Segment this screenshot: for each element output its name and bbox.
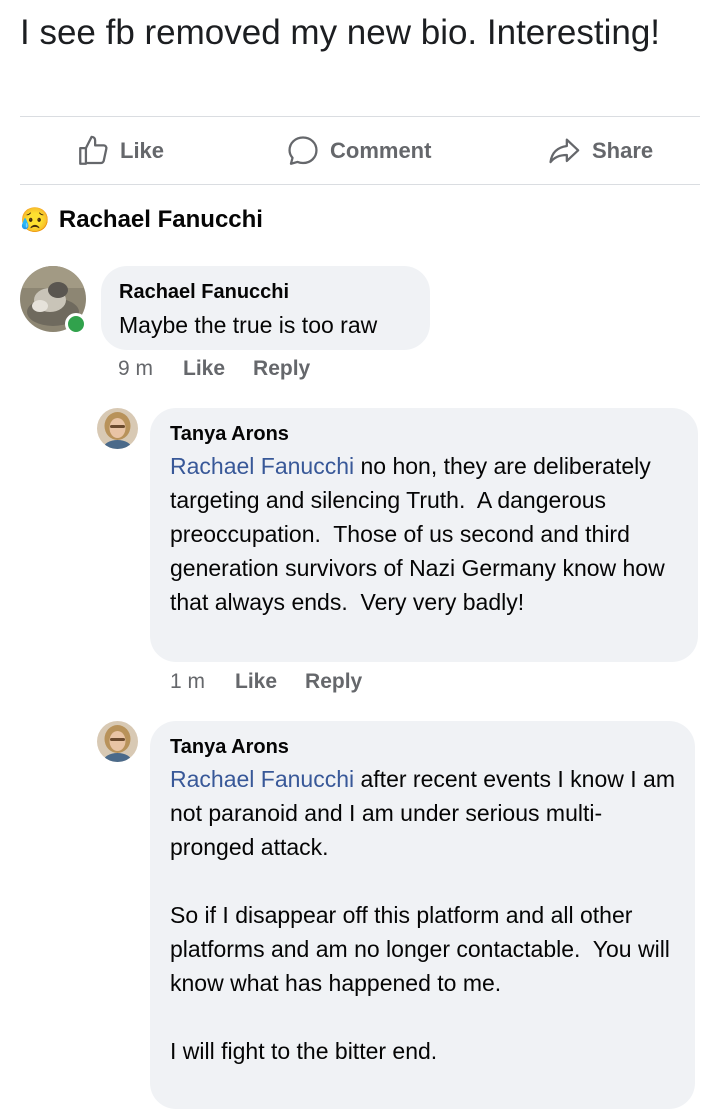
- mention-link[interactable]: Rachael Fanucchi: [170, 453, 354, 479]
- comment-bubble: Tanya Arons Rachael Fanucchi no hon, the…: [150, 408, 698, 662]
- comment-text: Rachael Fanucchi after recent events I k…: [170, 762, 675, 1068]
- comment-text: Maybe the true is too raw: [119, 312, 378, 338]
- person-photo-icon: [97, 721, 138, 762]
- share-label: Share: [592, 138, 654, 163]
- comment-label: Comment: [330, 138, 432, 163]
- comment-reply-button[interactable]: Reply: [305, 670, 362, 694]
- comment-like-button[interactable]: Like: [183, 357, 225, 381]
- share-button[interactable]: Share: [546, 118, 653, 184]
- comment-meta: 9 m Like Reply: [118, 357, 338, 381]
- comment-button[interactable]: Comment: [286, 118, 431, 184]
- reaction-user-name: Rachael Fanucchi: [58, 206, 263, 233]
- like-button[interactable]: Like: [76, 118, 164, 184]
- mention-link[interactable]: Rachael Fanucchi: [170, 766, 354, 792]
- comment-bubble: Rachael Fanucchi Maybe the true is too r…: [101, 266, 430, 350]
- comment-text: Rachael Fanucchi no hon, they are delibe…: [170, 449, 678, 619]
- avatar[interactable]: [97, 721, 138, 762]
- speech-bubble-icon: [288, 136, 318, 165]
- comment-timestamp: 1 m: [170, 670, 206, 693]
- person-photo-icon: [97, 408, 138, 449]
- sad-reaction-icon: 😥: [20, 206, 50, 234]
- comment-like-button[interactable]: Like: [235, 670, 277, 694]
- thumbs-up-icon: [79, 135, 108, 165]
- post-action-bar: Like Comment Share: [20, 118, 700, 184]
- divider-bottom: [20, 184, 700, 185]
- comment-author[interactable]: Tanya Arons: [170, 420, 678, 448]
- comment-author[interactable]: Rachael Fanucchi: [119, 278, 430, 306]
- avatar[interactable]: [97, 408, 138, 449]
- comment-bubble: Tanya Arons Rachael Fanucchi after recen…: [150, 721, 695, 1109]
- comment-reply-button[interactable]: Reply: [253, 357, 310, 381]
- comment-timestamp: 9 m: [118, 357, 154, 380]
- online-status-indicator: [65, 313, 87, 335]
- like-label: Like: [120, 138, 165, 163]
- share-arrow-icon: [549, 138, 580, 164]
- comment-text-body: after recent events I know I am not para…: [170, 766, 675, 1064]
- post-text: I see fb removed my new bio. Interesting…: [20, 13, 661, 52]
- divider-top: [20, 116, 700, 117]
- comment-author[interactable]: Tanya Arons: [170, 733, 675, 761]
- reaction-summary[interactable]: 😥 Rachael Fanucchi: [20, 200, 263, 240]
- comment-meta: 1 m Like Reply: [170, 670, 390, 694]
